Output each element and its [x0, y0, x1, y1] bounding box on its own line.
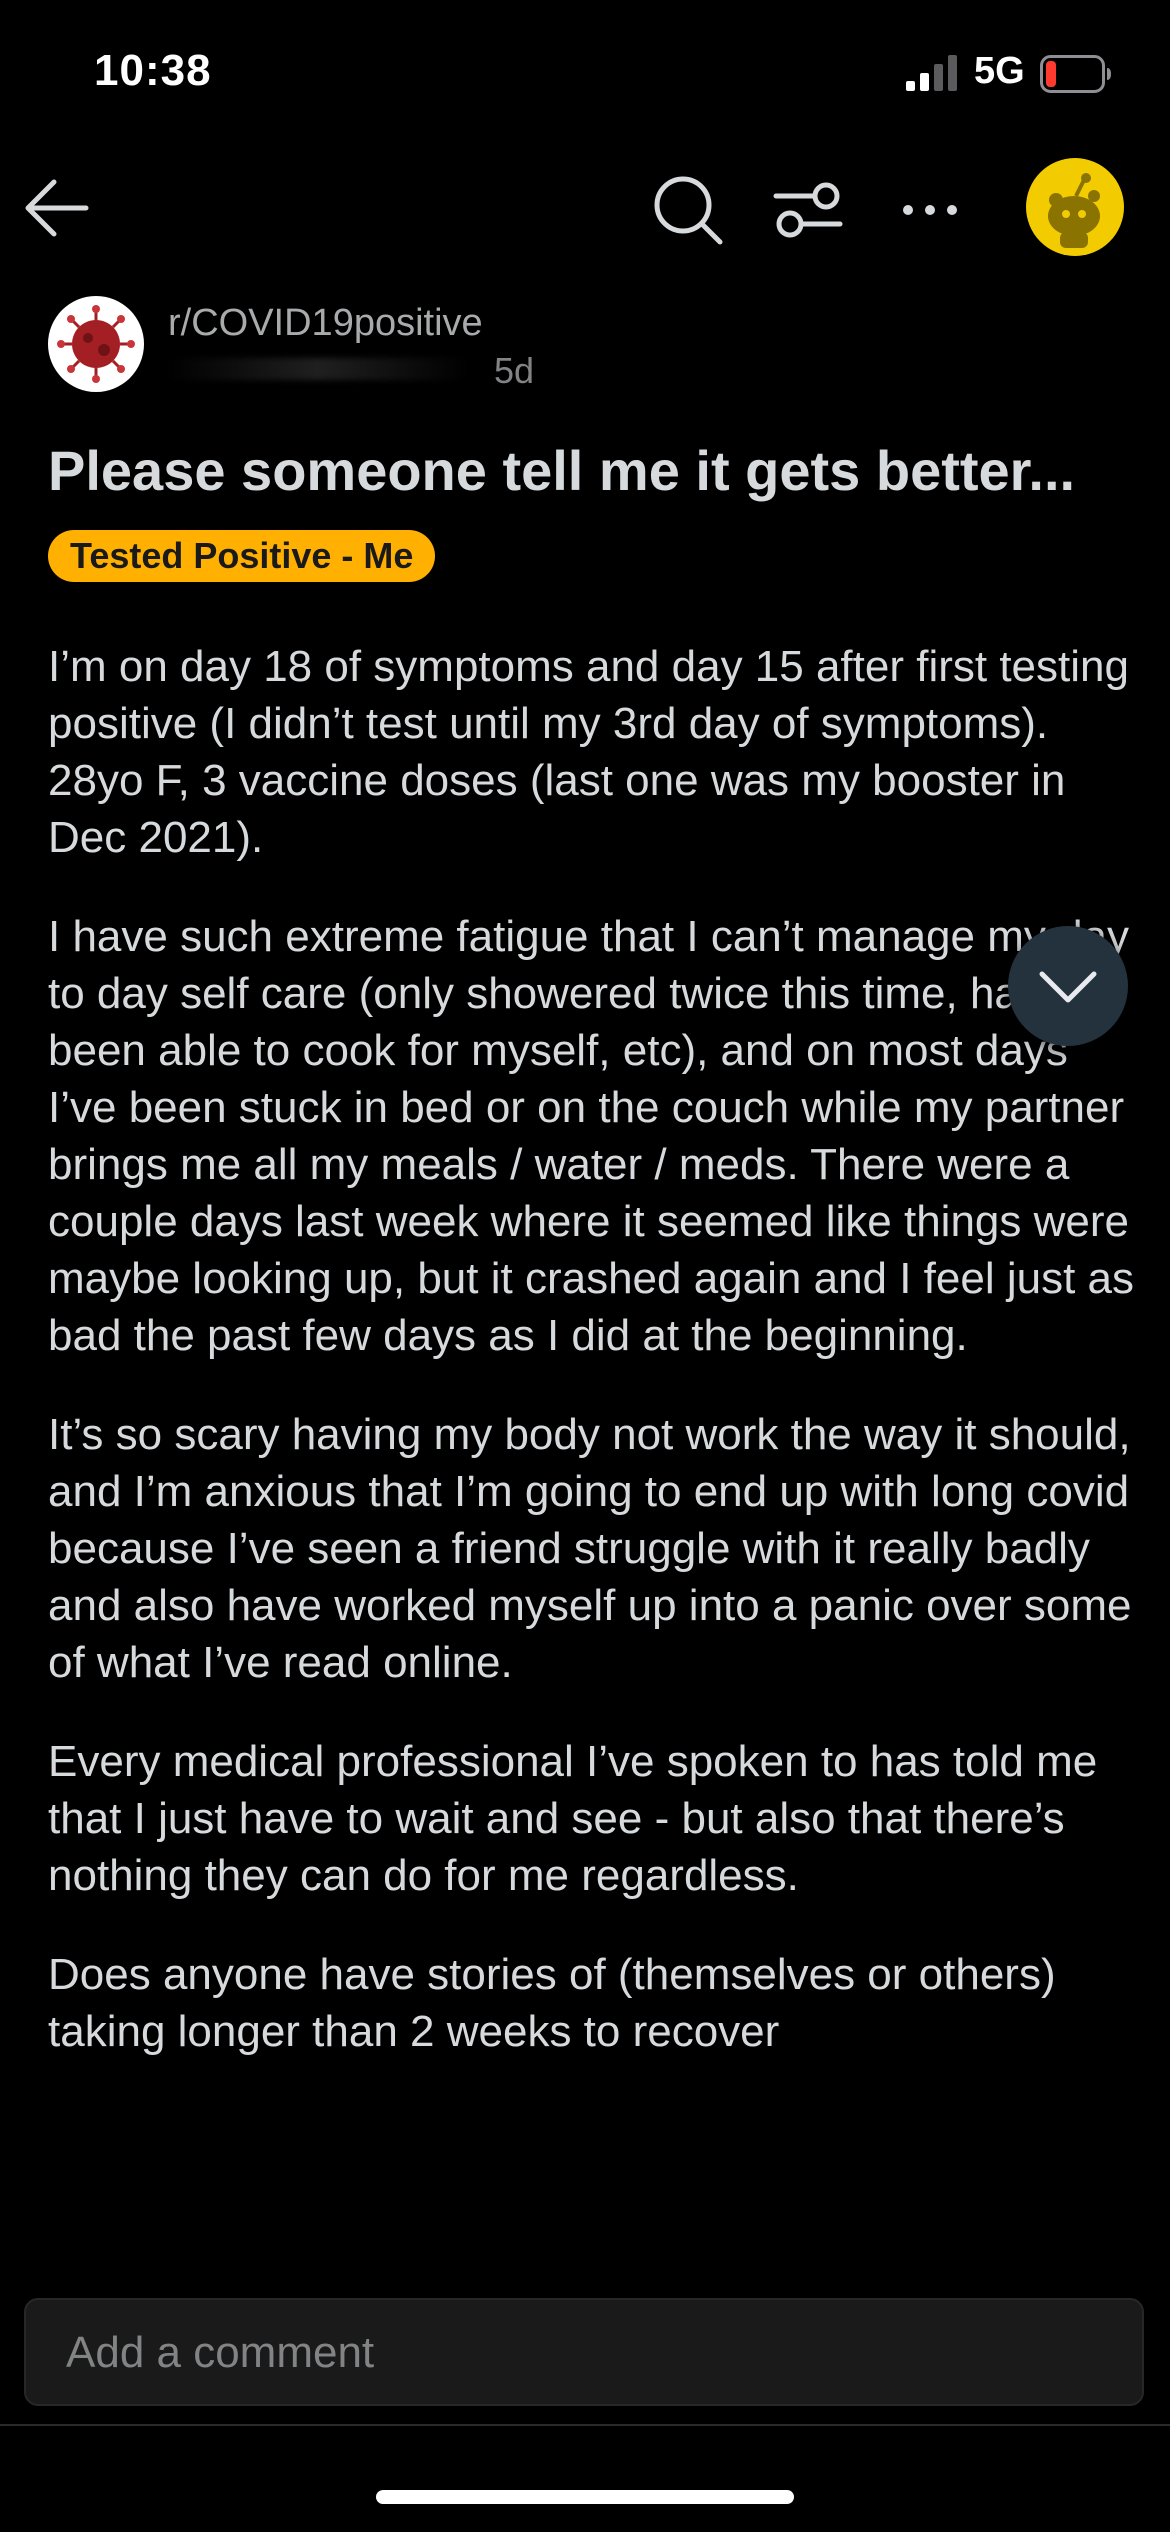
user-avatar-icon[interactable] [1026, 158, 1124, 256]
home-indicator[interactable] [376, 2490, 794, 2504]
status-bar: 10:38 5G [0, 0, 1170, 140]
divider [0, 2424, 1170, 2426]
post-paragraph: It’s so scary having my body not work th… [48, 1410, 1132, 1687]
comment-input[interactable]: Add a comment [24, 2298, 1144, 2406]
comment-bar: Add a comment [0, 2256, 1170, 2426]
cellular-signal-icon [906, 55, 957, 91]
post-flair[interactable]: Tested Positive - Me [48, 530, 436, 582]
post-body: I’m on day 18 of symptoms and day 15 aft… [48, 638, 1138, 2256]
status-time: 10:38 [94, 46, 212, 95]
post-title: Please someone tell me it gets better... [48, 439, 1076, 502]
comment-placeholder: Add a comment [66, 2328, 375, 2377]
battery-icon [1040, 55, 1111, 93]
search-icon[interactable] [650, 172, 726, 248]
community-name[interactable]: r/COVID19positive [168, 302, 483, 345]
chevron-down-icon [1039, 971, 1097, 1003]
post-paragraph: I’m on day 18 of symptoms and day 15 aft… [48, 642, 1129, 862]
top-nav-bar [0, 150, 1170, 262]
more-options-icon[interactable] [892, 174, 968, 246]
post-paragraph: Does anyone have stories of (themselves … [48, 1950, 1056, 2056]
community-icon[interactable] [48, 296, 144, 392]
post-paragraph: I have such extreme fatigue that I can’t… [48, 912, 1135, 1360]
filter-icon[interactable] [770, 174, 846, 246]
network-type: 5G [974, 50, 1025, 92]
post-paragraph: Every medical professional I’ve spoken t… [48, 1737, 1098, 1900]
back-arrow-icon[interactable] [20, 170, 96, 246]
scroll-down-button[interactable] [1008, 926, 1128, 1046]
post-age: 5d [494, 350, 535, 391]
author-redacted [168, 358, 468, 380]
